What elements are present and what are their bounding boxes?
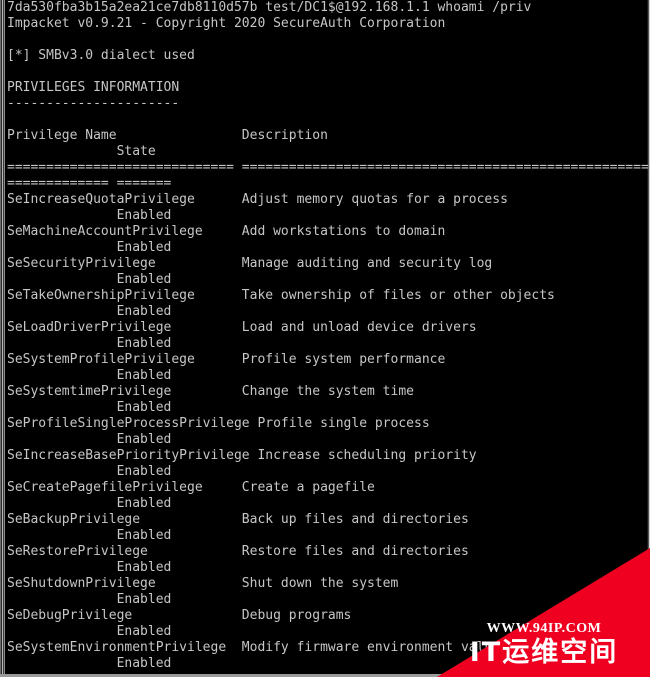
terminal-line: 7da530fba3b15a2ea21ce7db8110d57b test/DC… [7,0,532,15]
terminal-line: PRIVILEGES INFORMATION [7,80,180,95]
terminal-line: Enabled [7,464,172,479]
window-border-left [0,0,5,677]
terminal-line: Enabled [7,560,172,575]
terminal-line: Enabled [7,272,172,287]
terminal-line: Privilege Name Description [7,128,328,143]
terminal-line: State [7,144,156,159]
terminal-line: Enabled [7,656,172,671]
terminal-line: Impacket v0.9.21 - Copyright 2020 Secure… [7,16,446,31]
terminal-line: SeSystemtimePrivilege Change the system … [7,384,414,399]
terminal-line: Enabled [7,304,172,319]
terminal-line: Enabled [7,528,172,543]
terminal-line: Enabled [7,400,172,415]
terminal-line: Enabled [7,624,172,639]
terminal-line: SeRestorePrivilege Restore files and dir… [7,544,469,559]
terminal-line: SeShutdownPrivilege Shut down the system [7,576,399,591]
terminal-line: ============================= ==========… [7,160,650,175]
terminal-line: SeDebugPrivilege Debug programs [7,608,352,623]
terminal-line: Enabled [7,240,172,255]
terminal-line: [*] SMBv3.0 dialect used [7,48,195,63]
terminal-line: SeIncreaseBasePriorityPrivilege Increase… [7,448,477,463]
terminal-window: 7da530fba3b15a2ea21ce7db8110d57b test/DC… [0,0,650,677]
terminal-line: SeSystemProfilePrivilege Profile system … [7,352,446,367]
terminal-line: SeSecurityPrivilege Manage auditing and … [7,256,493,271]
terminal-output[interactable]: 7da530fba3b15a2ea21ce7db8110d57b test/DC… [7,0,650,677]
terminal-line: SeLoadDriverPrivilege Load and unload de… [7,320,477,335]
terminal-line: Enabled [7,496,172,511]
terminal-line: Enabled [7,592,172,607]
terminal-line: Enabled [7,336,172,351]
terminal-line: Enabled [7,368,172,383]
terminal-line: Enabled [7,432,172,447]
terminal-line: SeCreatePagefilePrivilege Create a pagef… [7,480,375,495]
terminal-line: ============= ======= [7,176,172,191]
terminal-line: SeSystemEnvironmentPrivilege Modify firm… [7,640,508,655]
terminal-line: SeBackupPrivilege Back up files and dire… [7,512,469,527]
terminal-line: ---------------------- [7,96,180,111]
terminal-line: SeTakeOwnershipPrivilege Take ownership … [7,288,555,303]
terminal-line: SeIncreaseQuotaPrivilege Adjust memory q… [7,192,508,207]
terminal-line: SeProfileSingleProcessPrivilege Profile … [7,416,430,431]
terminal-line: Enabled [7,208,172,223]
terminal-line: SeMachineAccountPrivilege Add workstatio… [7,224,446,239]
